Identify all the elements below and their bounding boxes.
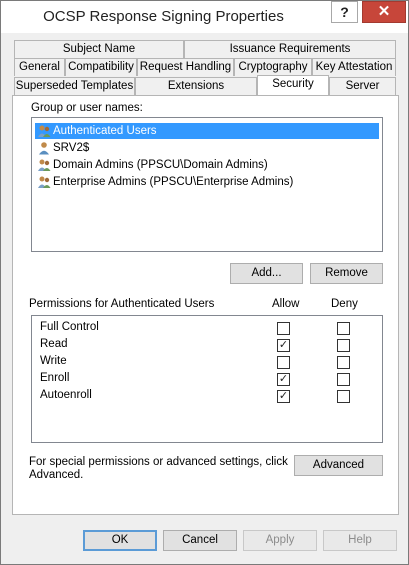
deny-checkbox[interactable] bbox=[337, 356, 350, 369]
allow-checkbox[interactable]: ✓ bbox=[277, 390, 290, 403]
tab-cryptography[interactable]: Cryptography bbox=[234, 58, 312, 76]
window-title: OCSP Response Signing Properties bbox=[43, 8, 284, 25]
allow-header: Allow bbox=[272, 298, 300, 310]
user-name: SRV2$ bbox=[53, 142, 90, 154]
help-button[interactable]: Help bbox=[323, 530, 397, 551]
cancel-button[interactable]: Cancel bbox=[163, 530, 237, 551]
permissions-label: Permissions for Authenticated Users bbox=[29, 298, 215, 310]
user-name: Authenticated Users bbox=[53, 125, 157, 137]
permission-name: Write bbox=[40, 355, 67, 367]
user-list-item[interactable]: Domain Admins (PPSCU\Domain Admins) bbox=[35, 157, 272, 173]
users-group-icon bbox=[38, 176, 51, 188]
user-list-item[interactable]: SRV2$ bbox=[35, 140, 93, 156]
tab-issuance-requirements[interactable]: Issuance Requirements bbox=[184, 40, 396, 58]
apply-button[interactable]: Apply bbox=[243, 530, 317, 551]
tab-security[interactable]: Security bbox=[257, 75, 329, 95]
tab-request-handling[interactable]: Request Handling bbox=[137, 58, 234, 76]
deny-header: Deny bbox=[331, 298, 358, 310]
tab-extensions[interactable]: Extensions bbox=[135, 77, 257, 95]
user-listbox[interactable]: Authenticated Users SRV2$ Domain Admins … bbox=[31, 117, 383, 252]
permission-row: Read ✓ bbox=[32, 337, 382, 355]
permissions-list: Full Control Read ✓ Write Enroll ✓ Autoe… bbox=[31, 315, 383, 443]
users-group-icon bbox=[38, 159, 51, 171]
tab-key-attestation[interactable]: Key Attestation bbox=[312, 58, 396, 76]
deny-checkbox[interactable] bbox=[337, 322, 350, 335]
deny-checkbox[interactable] bbox=[337, 339, 350, 352]
properties-dialog: OCSP Response Signing Properties ? ✕ Sub… bbox=[0, 0, 409, 565]
special-permissions-text-2: Advanced. bbox=[29, 469, 84, 481]
deny-checkbox[interactable] bbox=[337, 373, 350, 386]
user-name: Enterprise Admins (PPSCU\Enterprise Admi… bbox=[53, 176, 294, 188]
tab-general[interactable]: General bbox=[14, 58, 65, 76]
permission-name: Read bbox=[40, 338, 68, 350]
allow-checkbox[interactable]: ✓ bbox=[277, 373, 290, 386]
permission-name: Full Control bbox=[40, 321, 99, 333]
permission-name: Autoenroll bbox=[40, 389, 92, 401]
deny-checkbox[interactable] bbox=[337, 390, 350, 403]
advanced-button[interactable]: Advanced bbox=[294, 455, 383, 476]
user-list-item[interactable]: Enterprise Admins (PPSCU\Enterprise Admi… bbox=[35, 174, 297, 190]
tab-compatibility[interactable]: Compatibility bbox=[65, 58, 137, 76]
remove-button[interactable]: Remove bbox=[310, 263, 383, 284]
group-names-label: Group or user names: bbox=[31, 102, 143, 114]
title-bar: OCSP Response Signing Properties ? ✕ bbox=[1, 1, 408, 33]
tab-superseded-templates[interactable]: Superseded Templates bbox=[14, 77, 135, 95]
allow-checkbox[interactable] bbox=[277, 356, 290, 369]
close-button[interactable]: ✕ bbox=[362, 1, 406, 23]
ok-button[interactable]: OK bbox=[83, 530, 157, 551]
special-permissions-text: For special permissions or advanced sett… bbox=[29, 456, 288, 468]
user-icon bbox=[39, 142, 49, 155]
security-panel: Group or user names: Authenticated Users… bbox=[12, 95, 399, 515]
tab-subject-name[interactable]: Subject Name bbox=[14, 40, 184, 58]
permission-row: Enroll ✓ bbox=[32, 371, 382, 389]
permission-row: Full Control bbox=[32, 320, 382, 338]
user-list-item[interactable]: Authenticated Users bbox=[35, 123, 379, 139]
help-title-button[interactable]: ? bbox=[331, 1, 358, 23]
user-name: Domain Admins (PPSCU\Domain Admins) bbox=[53, 159, 268, 171]
users-group-icon bbox=[38, 125, 51, 137]
allow-checkbox[interactable]: ✓ bbox=[277, 339, 290, 352]
permission-row: Write bbox=[32, 354, 382, 372]
tab-server[interactable]: Server bbox=[329, 77, 396, 95]
add-button[interactable]: Add... bbox=[230, 263, 303, 284]
allow-checkbox[interactable] bbox=[277, 322, 290, 335]
permission-name: Enroll bbox=[40, 372, 70, 384]
permission-row: Autoenroll ✓ bbox=[32, 388, 382, 406]
